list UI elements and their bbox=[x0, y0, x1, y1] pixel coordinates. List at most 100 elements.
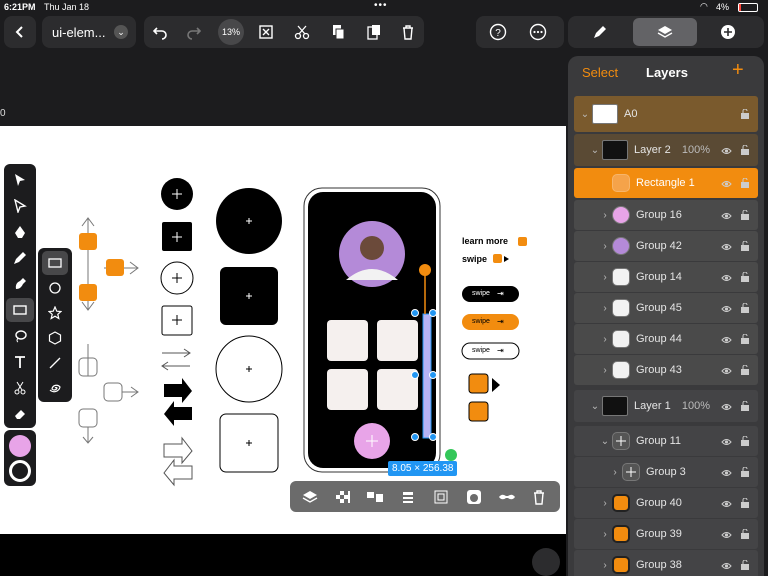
select-button[interactable]: Select bbox=[582, 65, 618, 80]
lock-icon[interactable] bbox=[740, 108, 750, 122]
shape-tool[interactable] bbox=[6, 298, 34, 322]
transform-box-button[interactable] bbox=[430, 486, 452, 508]
lock-icon[interactable] bbox=[740, 240, 750, 254]
orange-square-bottom[interactable] bbox=[79, 284, 97, 301]
style-panel-tab[interactable] bbox=[588, 20, 612, 44]
layer-row[interactable]: › Group 40 bbox=[574, 488, 758, 518]
visibility-eye-icon[interactable] bbox=[721, 335, 732, 347]
star-shape-option[interactable] bbox=[42, 301, 68, 325]
visibility-eye-icon[interactable] bbox=[721, 304, 732, 316]
arrow-outline-group[interactable] bbox=[78, 344, 139, 444]
plus-icon-column[interactable] bbox=[160, 178, 194, 336]
direct-select-tool[interactable] bbox=[6, 194, 34, 218]
visibility-eye-icon[interactable] bbox=[721, 179, 732, 191]
lock-icon[interactable] bbox=[740, 302, 750, 316]
visibility-eye-icon[interactable] bbox=[721, 468, 732, 480]
chevron-right-icon[interactable]: › bbox=[598, 529, 612, 540]
layer-row[interactable]: ⌄ A0 bbox=[574, 96, 758, 132]
delete-selection-button[interactable] bbox=[528, 486, 550, 508]
layer-row[interactable]: › Group 44 bbox=[574, 324, 758, 354]
lock-icon[interactable] bbox=[740, 333, 750, 347]
large-plus-shapes[interactable] bbox=[215, 188, 283, 473]
layer-opacity[interactable]: 100% bbox=[682, 144, 710, 156]
lock-icon[interactable] bbox=[740, 177, 750, 191]
add-layer-button[interactable]: + bbox=[732, 59, 744, 82]
text-tool[interactable] bbox=[6, 350, 34, 374]
lock-icon[interactable] bbox=[740, 497, 750, 511]
outline-arrow-right[interactable] bbox=[163, 436, 193, 465]
layer-row[interactable]: Rectangle 1 bbox=[574, 168, 758, 198]
resize-handle[interactable] bbox=[429, 433, 437, 441]
select-tool[interactable] bbox=[6, 168, 34, 192]
outline-arrow-left[interactable] bbox=[163, 458, 193, 487]
chevron-right-icon[interactable]: › bbox=[598, 210, 612, 221]
mask-button[interactable] bbox=[463, 486, 485, 508]
chevron-right-icon[interactable]: › bbox=[598, 241, 612, 252]
visibility-eye-icon[interactable] bbox=[721, 211, 732, 223]
layer-row[interactable]: › Group 39 bbox=[574, 519, 758, 549]
spiral-shape-option[interactable] bbox=[42, 376, 68, 400]
layer-row[interactable]: › Group 3 bbox=[574, 457, 758, 487]
lock-icon[interactable] bbox=[740, 144, 750, 158]
lock-icon[interactable] bbox=[740, 466, 750, 480]
visibility-eye-icon[interactable] bbox=[721, 146, 732, 158]
add-panel-tab[interactable] bbox=[716, 20, 740, 44]
layer-row[interactable]: › Group 14 bbox=[574, 262, 758, 292]
bold-arrow-left[interactable] bbox=[164, 401, 192, 426]
brush-tool[interactable] bbox=[6, 246, 34, 270]
align-button[interactable] bbox=[364, 486, 386, 508]
green-handle[interactable] bbox=[445, 449, 457, 461]
polygon-shape-option[interactable] bbox=[42, 326, 68, 350]
lock-icon[interactable] bbox=[740, 559, 750, 573]
swipe-pill-white[interactable] bbox=[461, 342, 520, 360]
visibility-eye-icon[interactable] bbox=[721, 366, 732, 378]
layer-row[interactable]: › Group 42 bbox=[574, 231, 758, 261]
visibility-eye-icon[interactable] bbox=[721, 242, 732, 254]
resize-handle[interactable] bbox=[411, 371, 419, 379]
vector-brush-tool[interactable] bbox=[6, 272, 34, 296]
chevron-down-icon[interactable]: ⌄ bbox=[588, 145, 602, 156]
resize-handle[interactable] bbox=[429, 309, 437, 317]
lock-icon[interactable] bbox=[740, 209, 750, 223]
layer-opacity[interactable]: 100% bbox=[682, 400, 710, 412]
stroke-color-swatch[interactable] bbox=[9, 460, 31, 482]
opacity-button[interactable] bbox=[332, 486, 354, 508]
chevron-down-icon[interactable]: ⌄ bbox=[578, 109, 592, 120]
fill-color-swatch[interactable] bbox=[9, 435, 31, 457]
rectangle-shape-option[interactable] bbox=[42, 251, 68, 275]
eraser-tool[interactable] bbox=[6, 402, 34, 426]
lock-icon[interactable] bbox=[740, 435, 750, 449]
layer-row[interactable]: › Group 43 bbox=[574, 355, 758, 385]
link-button[interactable] bbox=[496, 486, 518, 508]
visibility-eye-icon[interactable] bbox=[721, 530, 732, 542]
bold-arrow-right[interactable] bbox=[164, 378, 192, 403]
chevron-right-icon[interactable]: › bbox=[598, 498, 612, 509]
resize-handle[interactable] bbox=[411, 309, 419, 317]
layer-row[interactable]: ⌄ Group 11 bbox=[574, 426, 758, 456]
visibility-eye-icon[interactable] bbox=[721, 499, 732, 511]
orange-block-2[interactable] bbox=[468, 401, 489, 422]
visibility-eye-icon[interactable] bbox=[721, 437, 732, 449]
layers-panel-tab[interactable] bbox=[633, 18, 697, 46]
fill-tool[interactable] bbox=[6, 324, 34, 348]
double-arrows[interactable] bbox=[161, 348, 191, 371]
lock-icon[interactable] bbox=[740, 400, 750, 414]
resize-handle[interactable] bbox=[429, 371, 437, 379]
chevron-down-icon[interactable]: ⌄ bbox=[598, 436, 612, 447]
chevron-right-icon[interactable]: › bbox=[598, 365, 612, 376]
layer-row[interactable]: › Group 16 bbox=[574, 200, 758, 230]
orange-block-1[interactable] bbox=[468, 373, 489, 394]
swipe-pill-black[interactable] bbox=[462, 286, 519, 302]
scissors-tool[interactable] bbox=[6, 376, 34, 400]
layer-row[interactable]: ⌄ Layer 2 100% bbox=[574, 134, 758, 166]
ellipse-shape-option[interactable] bbox=[42, 276, 68, 300]
resize-handle[interactable] bbox=[411, 433, 419, 441]
swipe-pill-orange[interactable] bbox=[462, 314, 519, 330]
visibility-eye-icon[interactable] bbox=[721, 561, 732, 573]
chevron-down-icon[interactable]: ⌄ bbox=[588, 401, 602, 412]
orange-square-right[interactable] bbox=[106, 259, 124, 276]
lock-icon[interactable] bbox=[740, 528, 750, 542]
layer-row[interactable]: › Group 38 bbox=[574, 550, 758, 576]
arrange-button[interactable] bbox=[299, 486, 321, 508]
line-shape-option[interactable] bbox=[42, 351, 68, 375]
